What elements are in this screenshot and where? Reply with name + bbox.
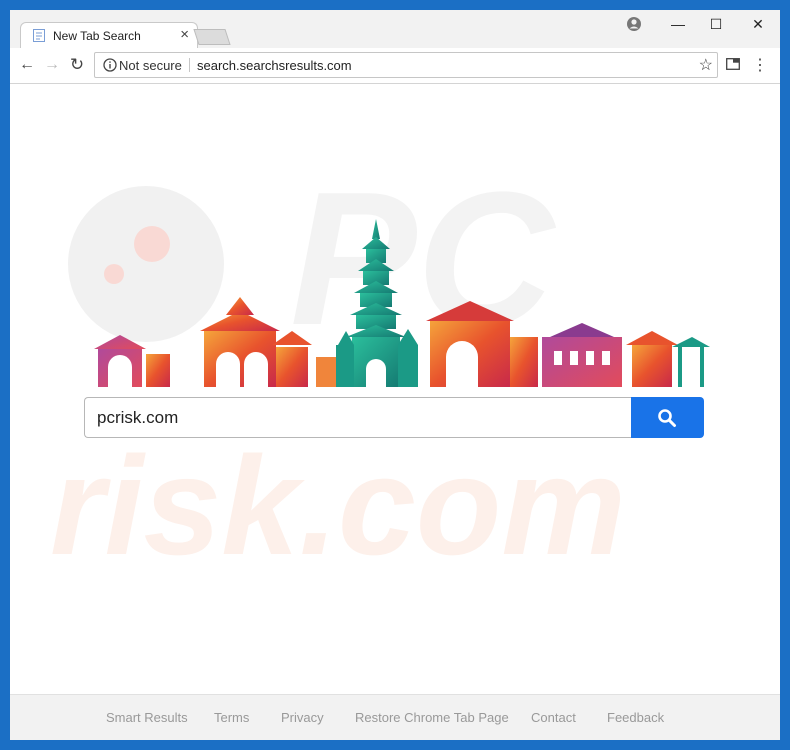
tab-new-tab-search[interactable]: New Tab Search × <box>20 22 198 48</box>
footer-link-restore-chrome-tab-page[interactable]: Restore Chrome Tab Page <box>355 710 509 725</box>
search-form <box>84 397 704 438</box>
bookmark-star-icon[interactable]: ☆ <box>699 55 713 75</box>
security-label[interactable]: Not secure <box>119 58 182 73</box>
minimize-icon[interactable]: — <box>666 14 690 34</box>
url-text[interactable]: search.searchsresults.com <box>197 58 352 73</box>
watermark-text: risk.com <box>50 427 626 584</box>
search-input[interactable] <box>84 397 632 438</box>
menu-icon[interactable]: ⋮ <box>752 55 768 75</box>
footer-link-smart-results[interactable]: Smart Results <box>106 710 188 725</box>
page-icon <box>33 29 45 42</box>
tab-close-icon[interactable]: × <box>180 27 189 43</box>
title-bar: New Tab Search × — ☐ ✕ <box>10 10 780 48</box>
cast-icon[interactable] <box>726 58 740 70</box>
browser-toolbar: ← → ↻ Not secure search.searchsresults.c… <box>10 48 780 84</box>
new-tab-button[interactable] <box>193 29 231 45</box>
city-skyline-illustration <box>94 219 710 387</box>
omnibox-divider <box>189 58 190 72</box>
page-footer: Smart Results Terms Privacy Restore Chro… <box>10 694 780 740</box>
footer-link-contact[interactable]: Contact <box>531 710 576 725</box>
info-icon[interactable] <box>103 58 117 72</box>
footer-link-feedback[interactable]: Feedback <box>607 710 664 725</box>
reload-icon[interactable]: ↻ <box>66 54 88 76</box>
page-content: PC risk.com <box>10 84 780 694</box>
browser-window: New Tab Search × — ☐ ✕ ← → ↻ Not secure … <box>10 10 780 740</box>
address-bar[interactable]: Not secure search.searchsresults.com ☆ <box>94 52 718 78</box>
footer-link-terms[interactable]: Terms <box>214 710 249 725</box>
footer-link-privacy[interactable]: Privacy <box>281 710 324 725</box>
search-button[interactable] <box>631 397 704 438</box>
close-window-icon[interactable]: ✕ <box>746 14 770 34</box>
back-icon[interactable]: ← <box>16 54 38 76</box>
pcrisk-watermark: PC risk.com <box>50 153 626 584</box>
tab-title: New Tab Search <box>53 29 141 43</box>
account-icon[interactable] <box>622 14 646 34</box>
maximize-icon[interactable]: ☐ <box>704 14 728 34</box>
forward-icon[interactable]: → <box>41 54 63 76</box>
search-icon <box>658 409 676 427</box>
